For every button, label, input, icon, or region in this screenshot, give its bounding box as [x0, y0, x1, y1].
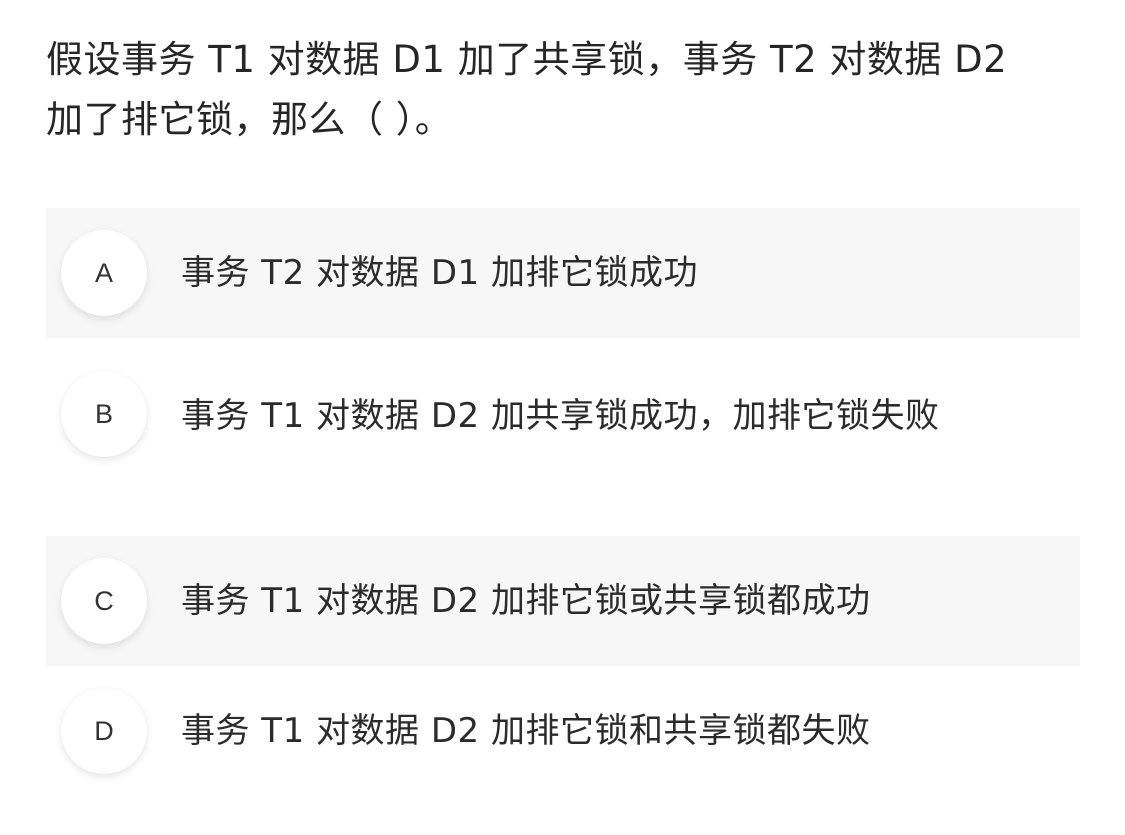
option-d[interactable]: D 事务 T1 对数据 D2 加排它锁和共享锁都失败 — [46, 666, 1080, 816]
option-c-letter: C — [61, 558, 147, 644]
question-text: 假设事务 T1 对数据 D1 加了共享锁，事务 T2 对数据 D2 加了排它锁，… — [46, 38, 1008, 141]
option-d-text: 事务 T1 对数据 D2 加排它锁和共享锁都失败 — [181, 711, 871, 751]
option-c[interactable]: C 事务 T1 对数据 D2 加排它锁或共享锁都成功 — [46, 536, 1080, 666]
option-b-text: 事务 T1 对数据 D2 加共享锁成功，加排它锁失败 — [181, 396, 940, 436]
option-a-letter: A — [61, 230, 147, 316]
option-d-letter: D — [61, 688, 147, 774]
option-c-text: 事务 T1 对数据 D2 加排它锁或共享锁都成功 — [181, 581, 871, 621]
option-a[interactable]: A 事务 T2 对数据 D1 加排它锁成功 — [46, 208, 1080, 338]
option-b[interactable]: B 事务 T1 对数据 D2 加共享锁成功，加排它锁失败 — [46, 338, 1080, 536]
options-list: A 事务 T2 对数据 D1 加排它锁成功 B 事务 T1 对数据 D2 加共享… — [46, 208, 1080, 816]
option-a-text: 事务 T2 对数据 D1 加排它锁成功 — [181, 253, 698, 293]
option-b-letter: B — [61, 371, 147, 457]
